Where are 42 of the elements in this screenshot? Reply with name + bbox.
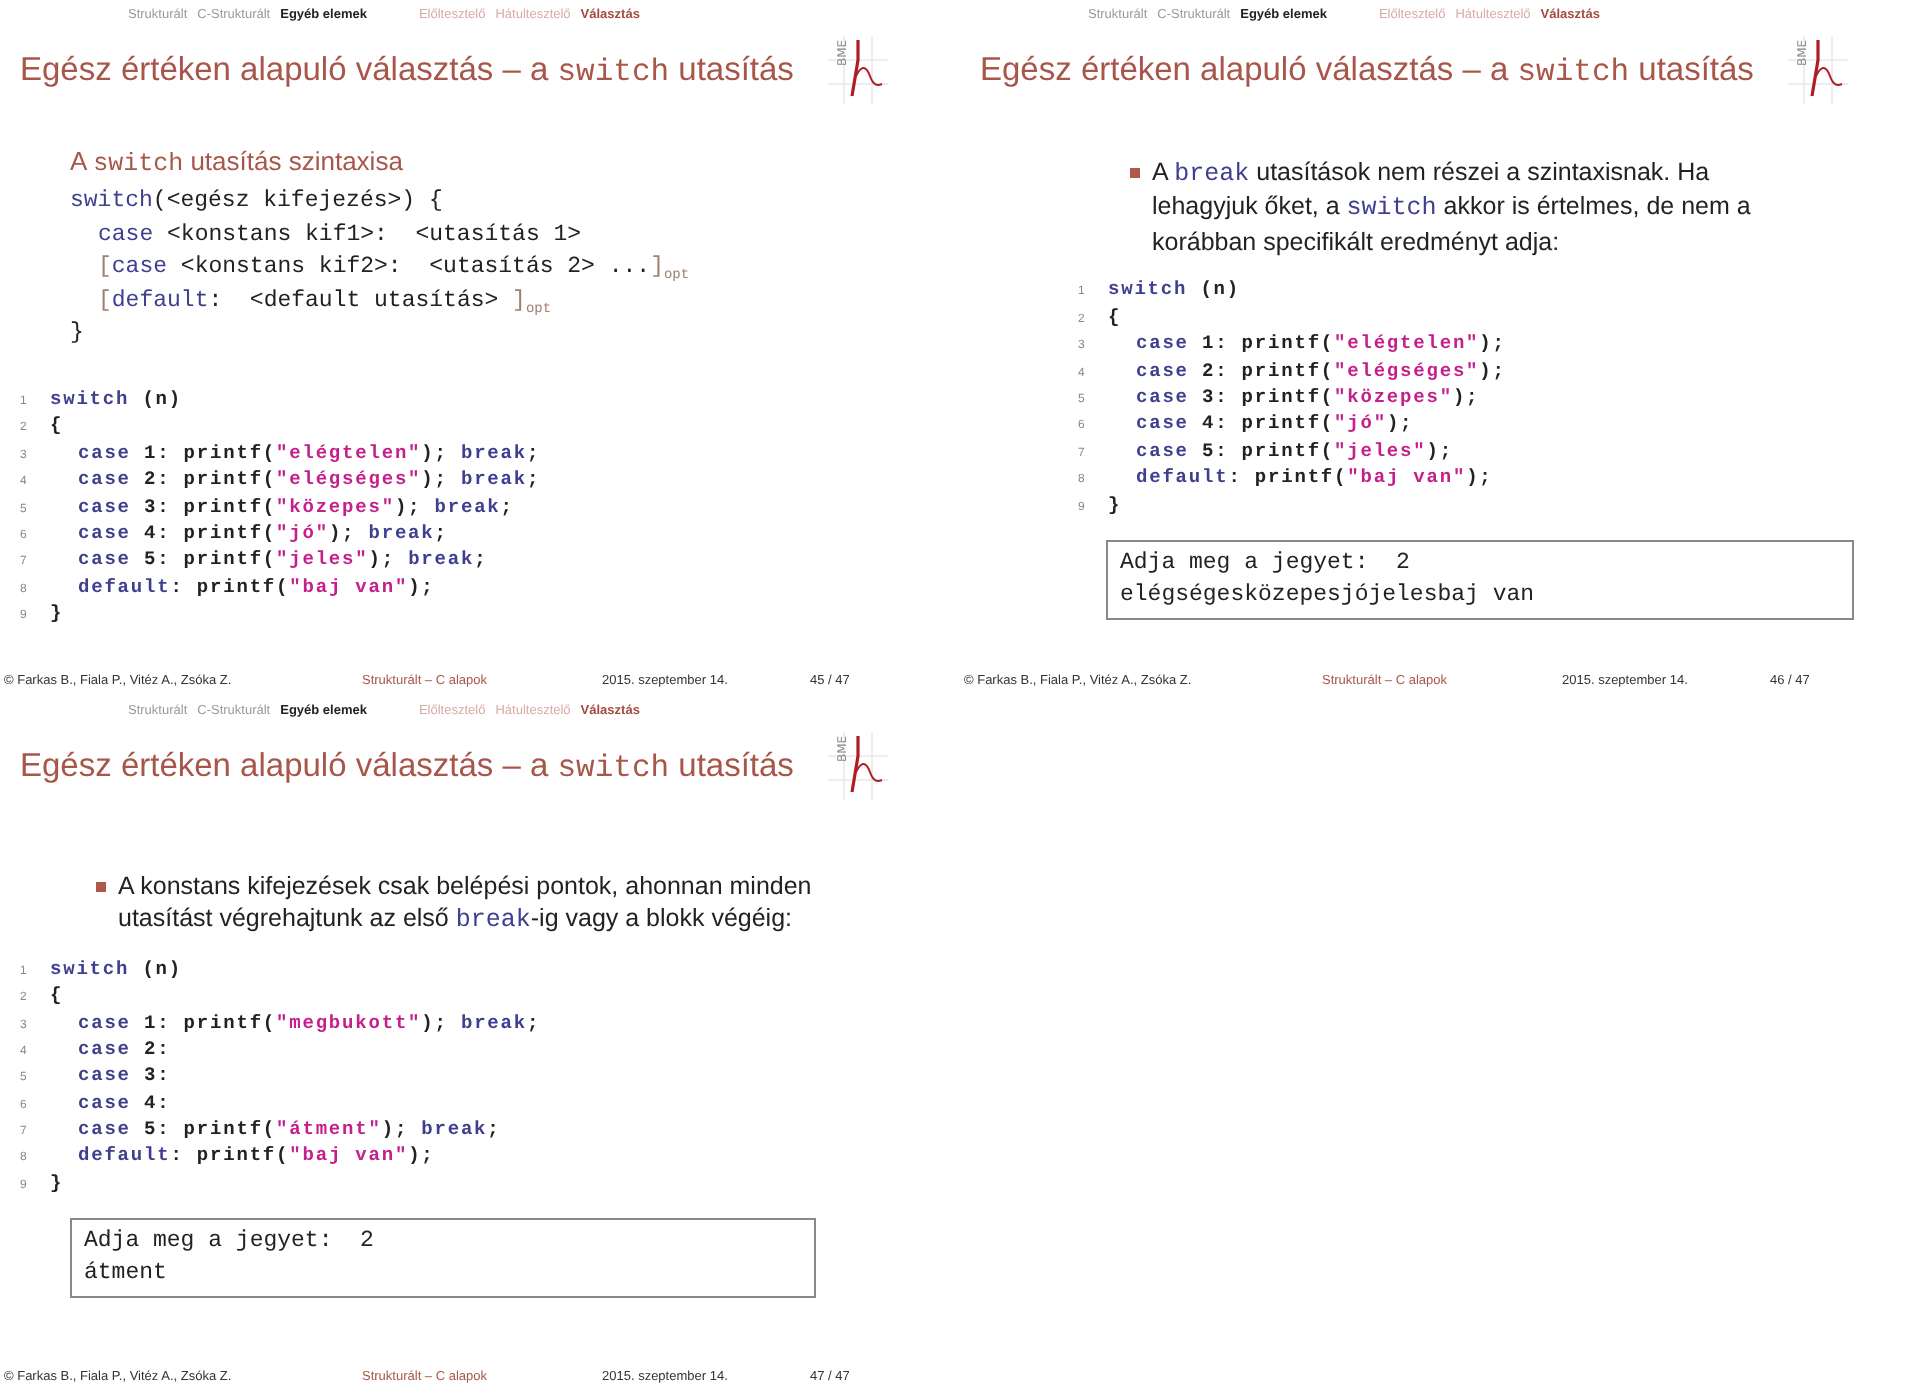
code-line: { [1108, 305, 1122, 328]
syntax-line: switch(<egész kifejezés>) { [70, 186, 445, 219]
syntax-line: [default: <default utasítás> ]$_{opt}$ [96, 285, 554, 319]
slide-title: Egész értéken alapuló választás – a switch utasítás [980, 50, 1754, 90]
code-line: default: printf("baj van"); [78, 1144, 435, 1167]
console-output: Adja meg a jegyet: 2 átment [70, 1218, 816, 1299]
code-line: } [50, 1171, 64, 1194]
code-line: case 2: printf("elégséges"); [1136, 359, 1506, 382]
code-line: default: printf("baj van"); [1136, 466, 1493, 489]
code-line: case 1: printf("elégtelen"); break; [78, 441, 541, 464]
code-line: } [1108, 493, 1122, 516]
code-line: switch (n) [1108, 278, 1241, 301]
code-line: case 5: printf("jeles"); break; [78, 548, 488, 571]
code-line: case 4: printf("jó"); break; [78, 521, 448, 544]
code-line: { [50, 984, 64, 1007]
syntax-line: } [70, 318, 86, 351]
slide-title: Egész értéken alapuló választás – a switch utasítás [20, 50, 794, 90]
console-output: Adja meg a jegyet: 2 elégségesközepesjójelesbaj van [1106, 540, 1854, 620]
bullet-icon [96, 881, 106, 892]
bullet-text: A break utasítások nem részei a szintaxisnak. Ha lehagyjuk őket, a switch akkor is értelmes, de nem a korábban specifikált eredményt adja: [1152, 155, 1753, 259]
code-line: case 5: printf("jeles"); [1136, 439, 1453, 462]
code-line: case 4: printf("jó"); [1136, 412, 1414, 435]
code-line: case 3: printf("közepes"); [1136, 386, 1480, 409]
block-heading: A switch utasítás szintaxisa [70, 146, 405, 179]
code-line: } [50, 602, 64, 625]
code-line: case 2: [78, 1037, 171, 1060]
code-line: case 3: [78, 1064, 171, 1087]
code-line: switch (n) [50, 387, 183, 410]
slide-title: Egész értéken alapuló választás – a switch utasítás [20, 746, 794, 786]
bullet-icon [1130, 167, 1140, 178]
code-line: switch (n) [50, 957, 183, 980]
code-line: case 1: printf("megbukott"); break; [78, 1011, 541, 1034]
code-line: default: printf("baj van"); [78, 575, 435, 598]
code-line: case 2: printf("elégséges"); break; [78, 468, 541, 491]
code-line: case 3: printf("közepes"); break; [78, 495, 514, 518]
code-line: case 1: printf("elégtelen"); [1136, 332, 1506, 355]
syntax-line: case <konstans kif1>: <utasítás 1> [96, 219, 584, 252]
code-line: case 5: printf("átment"); break; [78, 1118, 501, 1141]
bullet-text: A konstans kifejezések csak belépési pontok, ahonnan minden utasítást végrehajtunk az első break-ig vagy a blokk végéig: [118, 869, 814, 938]
syntax-line: [case <konstans kif2>: <utasítás 2> ...]$_{opt}$ [96, 252, 692, 286]
code-line: { [50, 414, 64, 437]
code-line: case 4: [78, 1091, 171, 1114]
